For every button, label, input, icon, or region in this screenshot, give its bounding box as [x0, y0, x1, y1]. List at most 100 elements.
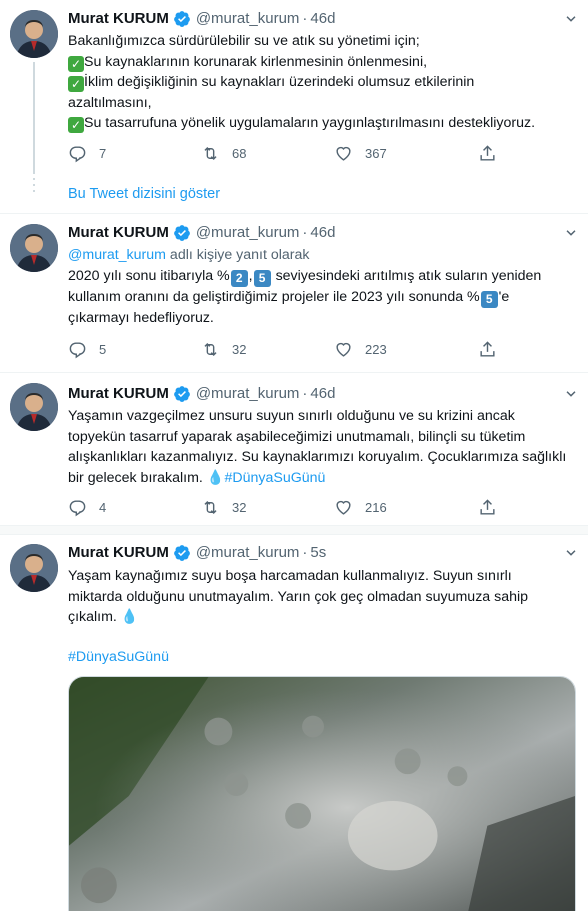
- heart-icon: [336, 342, 351, 357]
- droplet-icon: 💧: [206, 469, 225, 486]
- text-line: Su kaynaklarının korunarak kirlenmesinin…: [84, 53, 428, 70]
- tweet-header: Murat KURUM @murat_kurum · 46d: [68, 222, 335, 244]
- share-button[interactable]: [478, 144, 498, 163]
- chevron-down-icon[interactable]: [562, 224, 580, 242]
- hashtag-link[interactable]: #DünyaSuGünü: [68, 649, 169, 665]
- tweet-actions: 4 32 216: [68, 497, 498, 517]
- tweet-text: Bakanlığımızca sürdürülebilir su ve atık…: [68, 31, 578, 134]
- text-segment: seviyesindeki arıtılmış atık suların yen…: [271, 267, 542, 284]
- reply-button[interactable]: 5: [68, 340, 201, 359]
- retweet-icon: [204, 500, 217, 514]
- like-count: 216: [365, 499, 387, 515]
- separator: ·: [302, 544, 308, 561]
- separator: ·: [302, 385, 308, 402]
- verified-icon: [173, 225, 190, 241]
- retweet-icon: [204, 146, 217, 160]
- tweet-header: Murat KURUM @murat_kurum · 46d: [68, 8, 335, 30]
- share-button[interactable]: [478, 340, 498, 359]
- share-icon: [480, 340, 495, 357]
- reply-button[interactable]: 7: [68, 144, 201, 163]
- text-line: azaltılmasını,: [68, 94, 152, 111]
- thread-line: [33, 62, 35, 174]
- avatar[interactable]: [10, 383, 58, 431]
- tweet-header: Murat KURUM @murat_kurum · 5s: [68, 542, 326, 564]
- video-thumbnail: [69, 677, 575, 911]
- verified-icon: [173, 545, 190, 561]
- retweet-count: 32: [232, 499, 247, 515]
- reply-button[interactable]: 4: [68, 498, 201, 517]
- check-mark-icon: ✓: [68, 76, 84, 92]
- tweet-text: Yaşamın vazgeçilmez unsuru suyun sınırlı…: [68, 406, 578, 488]
- avatar[interactable]: [10, 224, 58, 272]
- text-segment: kullanım oranını da geliştirdiğimiz proj…: [68, 288, 480, 305]
- text-line: miktarda olduğunu unutmayalım. Yarın çok…: [68, 588, 529, 605]
- author-name[interactable]: Murat KURUM: [68, 383, 169, 405]
- replying-to-handle[interactable]: @murat_kurum: [68, 247, 166, 263]
- thread-dots: [33, 178, 35, 196]
- reply-count: 7: [99, 145, 107, 161]
- chevron-down-icon[interactable]: [562, 10, 580, 28]
- keycap-icon: 2: [230, 269, 248, 287]
- like-button[interactable]: 223: [334, 340, 467, 359]
- author-handle[interactable]: @murat_kurum: [196, 542, 300, 564]
- section-separator: [0, 525, 588, 535]
- text-segment: çıkalım.: [68, 609, 121, 625]
- like-count: 223: [365, 341, 387, 357]
- avatar[interactable]: [10, 10, 58, 58]
- hashtag-link[interactable]: #DünyaSuGünü: [224, 470, 325, 486]
- author-name[interactable]: Murat KURUM: [68, 542, 169, 564]
- author-name[interactable]: Murat KURUM: [68, 222, 169, 244]
- retweet-button[interactable]: 32: [201, 340, 334, 359]
- text-segment: bir gelecek bırakalım.: [68, 469, 207, 486]
- author-handle[interactable]: @murat_kurum: [196, 222, 300, 244]
- timestamp[interactable]: 46d: [310, 8, 335, 30]
- text-segment: ,: [248, 267, 253, 284]
- replying-to: @murat_kurum adlı kişiye yanıt olarak: [68, 245, 578, 266]
- verified-icon: [173, 11, 190, 27]
- text-line: Yaşamın vazgeçilmez unsuru suyun sınırlı…: [68, 408, 515, 424]
- reply-icon: [69, 499, 86, 516]
- retweet-count: 32: [232, 341, 247, 357]
- verified-icon: [173, 386, 190, 402]
- text-line: Bakanlığımızca sürdürülebilir su ve atık…: [68, 33, 420, 49]
- share-icon: [480, 144, 495, 161]
- chevron-down-icon[interactable]: [562, 544, 580, 562]
- divider: [0, 213, 588, 214]
- share-icon: [480, 498, 495, 515]
- like-button[interactable]: 367: [334, 144, 467, 163]
- tweet-text: Yaşam kaynağımız suyu boşa harcamadan ku…: [68, 566, 578, 667]
- retweet-icon: [204, 342, 217, 356]
- check-mark-icon: ✓: [68, 117, 84, 133]
- retweet-button[interactable]: 68: [201, 144, 334, 163]
- text-line: Su tasarrufuna yönelik uygulamaların yay…: [84, 115, 536, 131]
- reply-icon: [69, 341, 86, 358]
- tweet-header: Murat KURUM @murat_kurum · 46d: [68, 383, 335, 405]
- share-button[interactable]: [478, 498, 498, 517]
- chevron-down-icon[interactable]: [562, 385, 580, 403]
- replying-to-label: adlı kişiye yanıt olarak: [165, 247, 310, 263]
- show-thread-link[interactable]: Bu Tweet dizisini göster: [68, 184, 220, 204]
- keycap-icon: 5: [480, 290, 498, 308]
- text-segment: 'e: [498, 288, 510, 305]
- author-handle[interactable]: @murat_kurum: [196, 383, 300, 405]
- timestamp[interactable]: 46d: [310, 222, 335, 244]
- author-handle[interactable]: @murat_kurum: [196, 8, 300, 30]
- tweet-actions: 7 68 367: [68, 143, 498, 163]
- reply-count: 4: [99, 499, 107, 515]
- like-button[interactable]: 216: [334, 498, 467, 517]
- tweet-video[interactable]: [68, 676, 576, 911]
- reply-icon: [69, 145, 86, 162]
- heart-icon: [336, 500, 351, 515]
- tweet-actions: 5 32 223: [68, 339, 498, 359]
- author-name[interactable]: Murat KURUM: [68, 8, 169, 30]
- reply-count: 5: [99, 341, 107, 357]
- text-line: topyekün tasarruf yaparak aşabileceğimiz…: [68, 428, 526, 445]
- text-line: çıkarmayı hedefliyoruz.: [68, 309, 214, 326]
- separator: ·: [302, 10, 308, 27]
- timestamp[interactable]: 46d: [310, 383, 335, 405]
- avatar[interactable]: [10, 544, 58, 592]
- text-segment: 2020 yılı sonu itibarıyla %: [68, 267, 230, 284]
- timestamp[interactable]: 5s: [310, 542, 326, 564]
- keycap-icon: 5: [253, 269, 271, 287]
- retweet-button[interactable]: 32: [201, 498, 334, 517]
